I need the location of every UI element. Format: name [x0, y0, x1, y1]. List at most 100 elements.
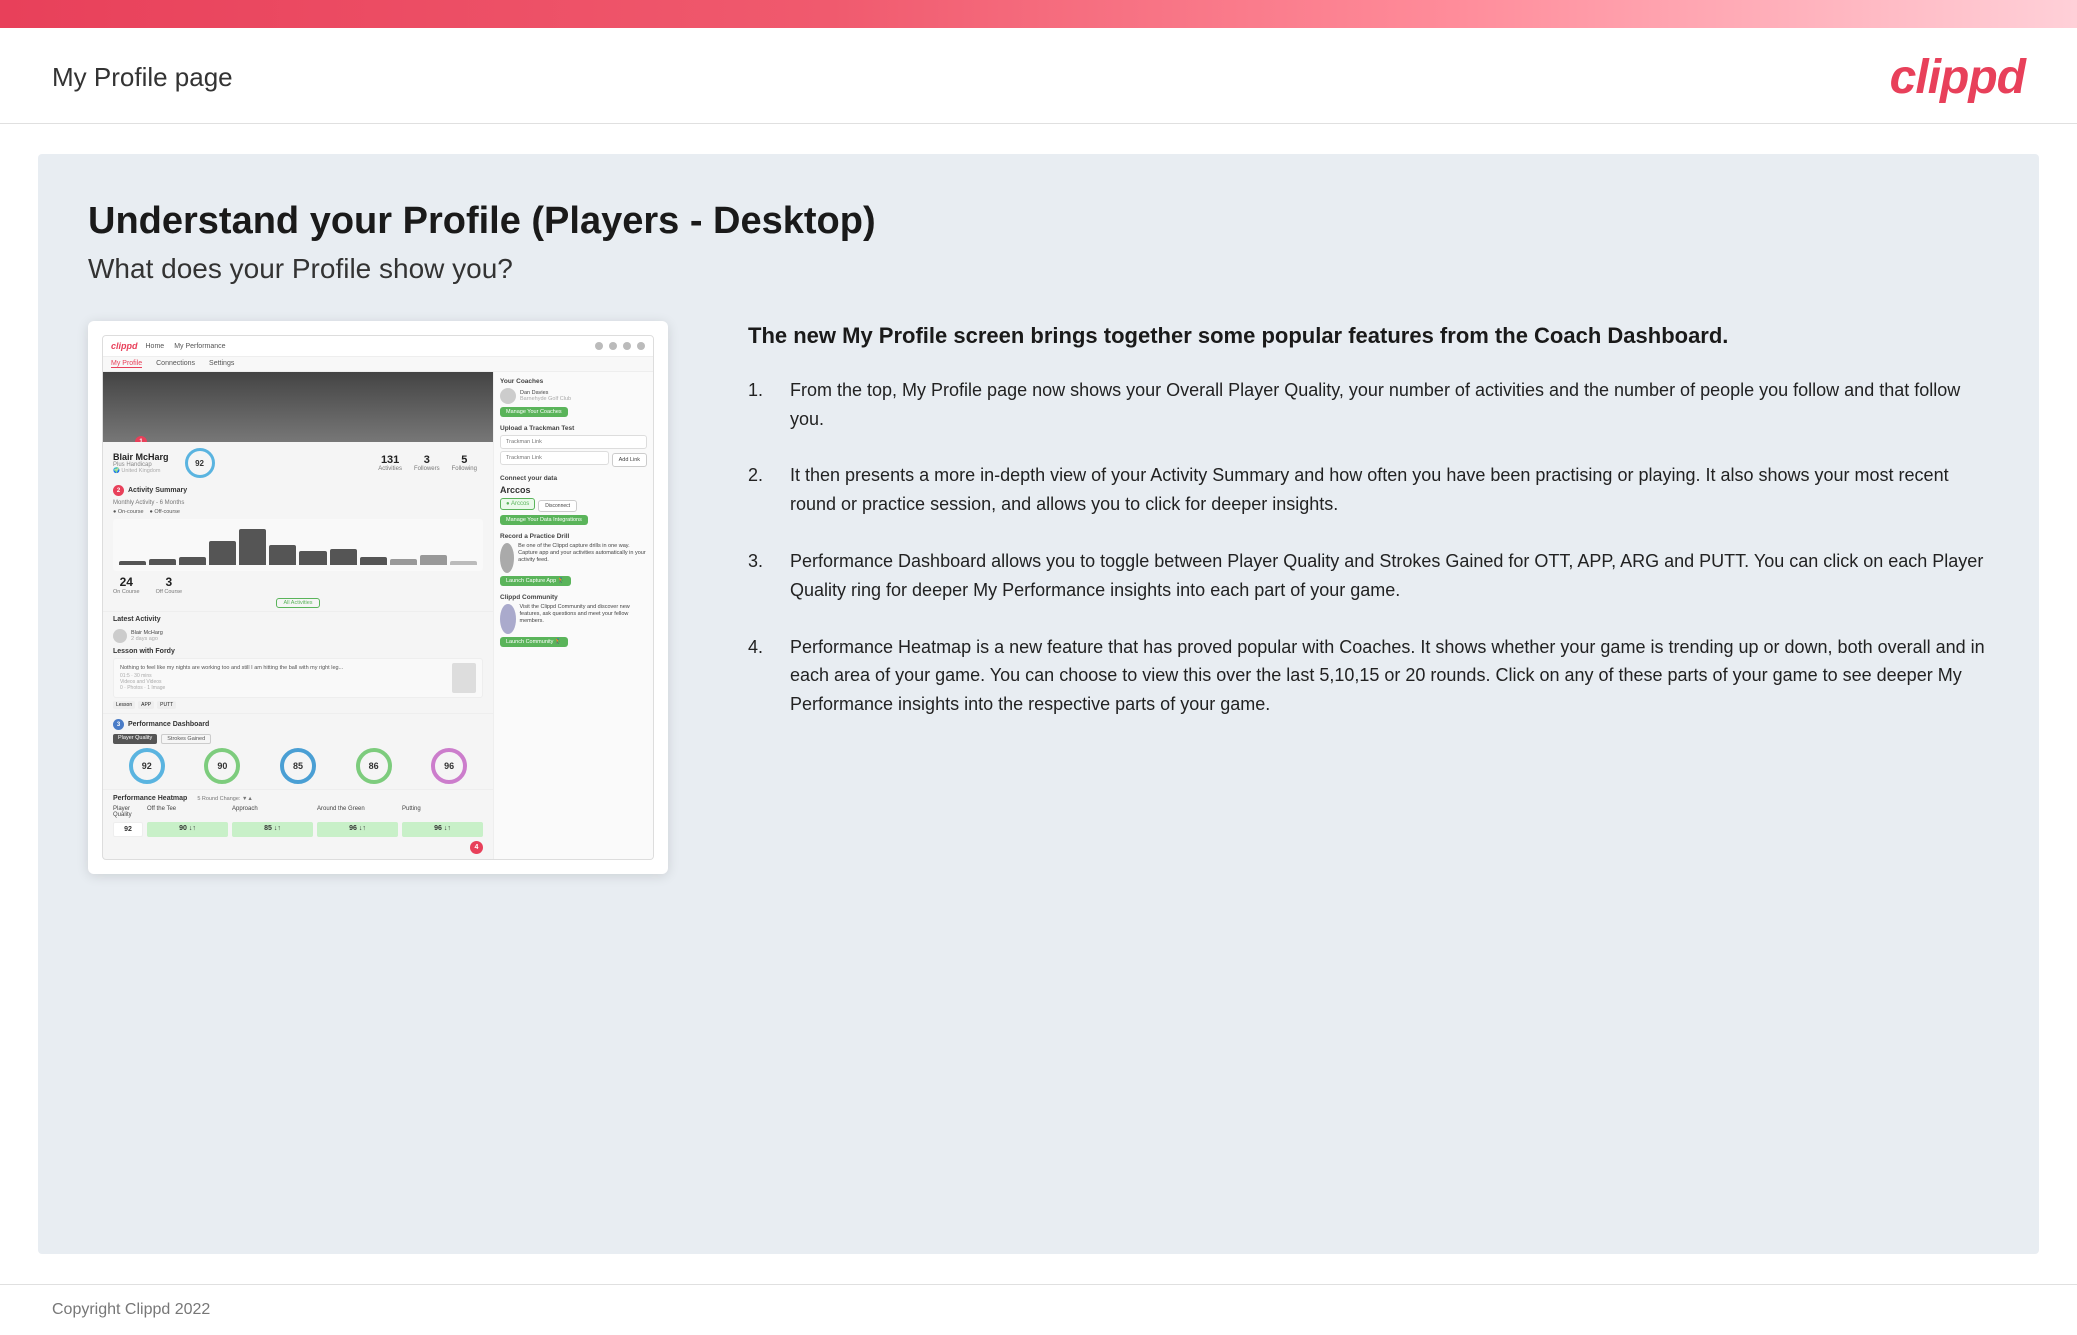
- arccos-status-row: ● Arccos Disconnect: [500, 498, 647, 512]
- trackman-input[interactable]: [500, 435, 647, 449]
- footer: Copyright Clippd 2022: [0, 1284, 2077, 1335]
- lesson-card: Nothing to feel like my nights are worki…: [113, 658, 483, 698]
- nav-my-performance: My Performance: [174, 343, 225, 350]
- launch-community-btn[interactable]: Launch Community 🏌: [500, 637, 568, 647]
- heatmap-row: 92 90 ↓↑ 85 ↓↑ 96 ↓↑ 96 ↓↑: [113, 822, 483, 837]
- heatmap-title: Performance Heatmap 5 Round Change: ▼▲: [113, 795, 483, 802]
- profile-header-image: 1: [103, 372, 493, 442]
- coach-info: Dan Davies Barnehyde Golf Club: [520, 390, 571, 402]
- info-item-4: Performance Heatmap is a new feature tha…: [748, 633, 1989, 719]
- drill-content: Be one of the Clippd capture drills in o…: [500, 543, 647, 573]
- info-item-4-text: Performance Heatmap is a new feature tha…: [790, 633, 1989, 719]
- bar-7: [299, 551, 326, 565]
- logo: clippd: [1890, 50, 2025, 105]
- on-course-stat: 24 On Course: [113, 575, 140, 595]
- heatmap-label-approach: Approach: [232, 806, 313, 818]
- tag-app: APP: [138, 701, 154, 709]
- mockup-logo: clippd: [111, 341, 138, 351]
- activities-value: 131: [378, 454, 402, 466]
- trackman-add-btn[interactable]: Add Link: [612, 453, 647, 467]
- bar-2: [149, 559, 176, 565]
- latest-activity-item: Blair McHarg2 days ago: [113, 627, 483, 645]
- profile-location: 🌍 United Kingdom: [113, 468, 169, 474]
- search-icon: [595, 342, 603, 350]
- trackman-row: Add Link: [500, 451, 647, 467]
- arccos-brand: Arccos: [500, 485, 531, 495]
- connect-title: Connect your data: [500, 475, 647, 482]
- profile-details: Blair McHarg Plus Handicap 🌍 United King…: [113, 452, 169, 474]
- mockup-nav-items: Home My Performance: [146, 343, 226, 350]
- content-layout: clippd Home My Performance My Profile: [88, 321, 1989, 874]
- oncourse-offcourse: 24 On Course 3 Off Course: [113, 575, 483, 595]
- on-course-toggle: ● On-course: [113, 509, 144, 515]
- strokes-gained-toggle[interactable]: Strokes Gained: [161, 734, 211, 744]
- badge-2: 2: [113, 485, 124, 496]
- arccos-disconnect-btn[interactable]: Disconnect: [538, 500, 577, 512]
- off-course-stat: 3 Off Course: [156, 575, 183, 595]
- heatmap-cell-putting: 96 ↓↑: [402, 822, 483, 837]
- top-bar: [0, 0, 2077, 28]
- heatmap-label-quality: Player Quality: [113, 806, 143, 818]
- coaches-title: Your Coaches: [500, 378, 647, 385]
- badge-1: 1: [135, 436, 147, 442]
- heatmap-cell-around: 96 ↓↑: [317, 822, 398, 837]
- bar-4: [209, 541, 236, 565]
- community-description: Visit the Clippd Community and discover …: [520, 604, 647, 625]
- coach-club: Barnehyde Golf Club: [520, 396, 571, 402]
- la-avatar: [113, 629, 127, 643]
- subnav-settings: Settings: [209, 360, 234, 368]
- browser-mockup: clippd Home My Performance My Profile: [102, 335, 654, 860]
- player-quality-toggle[interactable]: Player Quality: [113, 734, 157, 744]
- badge-4: 4: [470, 841, 483, 854]
- info-item-3-text: Performance Dashboard allows you to togg…: [790, 547, 1989, 605]
- followers-value: 3: [414, 454, 440, 466]
- lesson-description: Nothing to feel like my nights are worki…: [120, 665, 446, 671]
- settings-icon: [623, 342, 631, 350]
- arccos-row: Arccos: [500, 485, 647, 495]
- perf-toggle-group: Player Quality Strokes Gained: [113, 734, 483, 744]
- lesson-media: Videos and Videos0 · Photos · 1 Image: [120, 679, 446, 691]
- trackman-link-input[interactable]: [500, 451, 609, 465]
- manage-coaches-btn[interactable]: Manage Your Coaches: [500, 407, 568, 417]
- community-title: Clippd Community: [500, 594, 647, 601]
- drill-avatar: [500, 543, 514, 573]
- activity-toggles: ● On-course ● Off-course: [113, 509, 483, 515]
- all-activities-btn[interactable]: All Activities: [276, 598, 319, 608]
- info-item-3: Performance Dashboard allows you to togg…: [748, 547, 1989, 605]
- subnav-myprofile: My Profile: [111, 360, 142, 368]
- main-title: Understand your Profile (Players - Deskt…: [88, 200, 1989, 243]
- mockup-body: 1 Blair McHarg Plus Handicap 🌍 United Ki…: [103, 372, 653, 859]
- bar-3: [179, 557, 206, 565]
- mockup-sub-nav: My Profile Connections Settings: [103, 357, 653, 372]
- on-course-value: 24: [113, 575, 140, 589]
- activity-chart: [113, 519, 483, 571]
- subnav-connections: Connections: [156, 360, 195, 368]
- main-subtitle: What does your Profile show you?: [88, 253, 1989, 285]
- quality-ring-container: 92: [185, 448, 215, 478]
- notification-icon: [609, 342, 617, 350]
- bar-8: [330, 549, 357, 565]
- latest-activity-section: Latest Activity Blair McHarg2 days ago L…: [103, 612, 493, 714]
- launch-capture-btn[interactable]: Launch Capture App 🏌: [500, 576, 571, 586]
- manage-integrations-btn[interactable]: Manage Your Data Integrations: [500, 515, 588, 525]
- trackman-section: Upload a Trackman Test Add Link: [500, 425, 647, 467]
- profile-info-row: Blair McHarg Plus Handicap 🌍 United King…: [103, 442, 493, 480]
- heatmap-meta: 5 Round Change: ▼▲: [197, 796, 253, 802]
- drill-description: Be one of the Clippd capture drills in o…: [518, 543, 647, 564]
- activity-period: Monthly Activity - 6 Months: [113, 500, 483, 506]
- tag-putt: PUTT: [157, 701, 176, 709]
- badge-3: 3: [113, 719, 124, 730]
- lesson-title: Lesson with Fordy: [113, 648, 483, 655]
- activities-label: Activities: [378, 466, 402, 472]
- lesson-tag-group: Lesson APP PUTT: [113, 701, 176, 709]
- chart-bars: [119, 525, 477, 565]
- mockup-nav-right: [595, 342, 645, 350]
- heatmap-badge-area: 4: [113, 841, 483, 854]
- header: My Profile page clippd: [0, 28, 2077, 124]
- coaches-section: Your Coaches Dan Davies Barnehyde Golf C…: [500, 378, 647, 417]
- user-icon: [637, 342, 645, 350]
- drill-section: Record a Practice Drill Be one of the Cl…: [500, 533, 647, 586]
- info-item-2: It then presents a more in-depth view of…: [748, 461, 1989, 519]
- info-panel: The new My Profile screen brings togethe…: [728, 321, 1989, 747]
- performance-heatmap-section: Performance Heatmap 5 Round Change: ▼▲ P…: [103, 790, 493, 859]
